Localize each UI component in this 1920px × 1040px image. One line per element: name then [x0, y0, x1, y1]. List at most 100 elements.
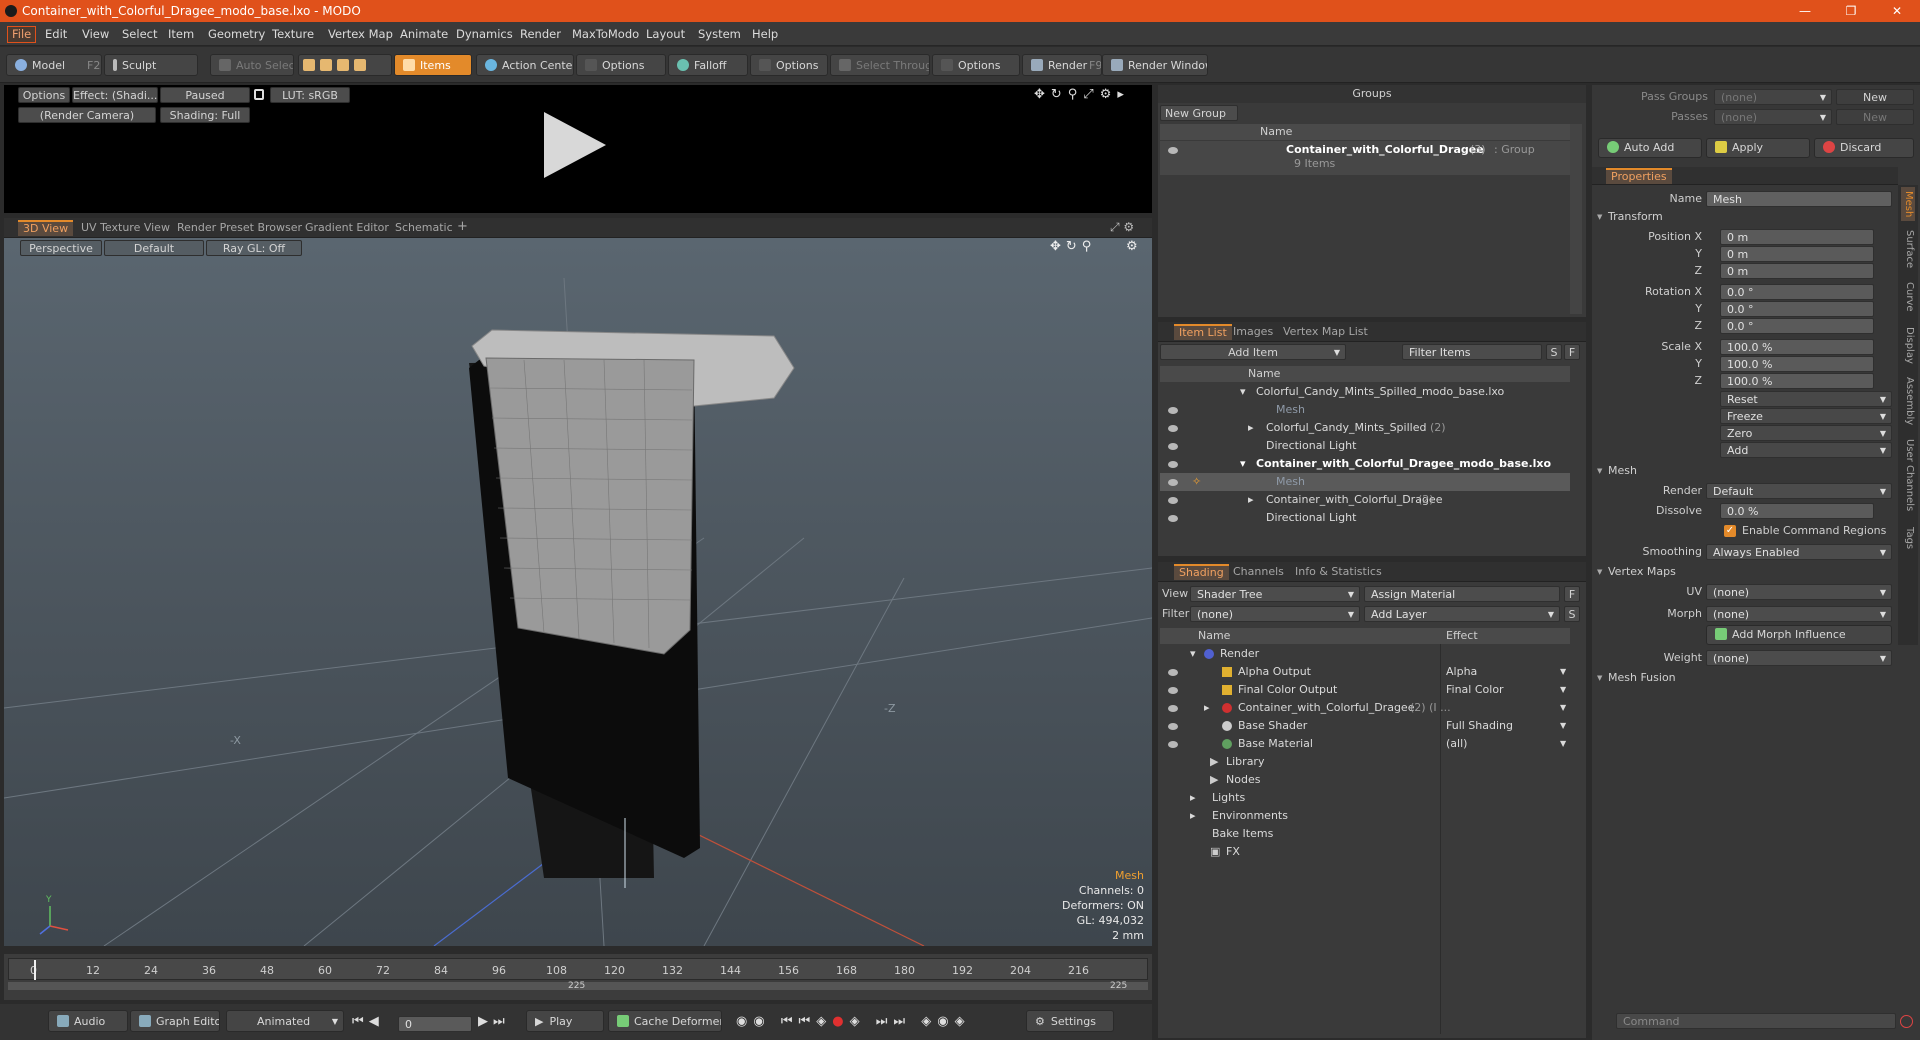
- menu-view[interactable]: View: [78, 26, 113, 43]
- select-through-button[interactable]: Select Through: [830, 54, 930, 76]
- minimize-button[interactable]: —: [1782, 0, 1828, 22]
- dissolve-field[interactable]: 0.0 %: [1720, 503, 1874, 519]
- expand-icon[interactable]: ▸: [1204, 699, 1210, 717]
- visibility-icon[interactable]: [1168, 147, 1178, 154]
- tab-images[interactable]: Images: [1228, 324, 1278, 340]
- render-window-button[interactable]: Render Window: [1102, 54, 1208, 76]
- menu-system[interactable]: System: [694, 26, 745, 43]
- pass-groups-dropdown[interactable]: (none): [1714, 89, 1832, 105]
- 3d-viewport[interactable]: Perspective Default Ray GL: Off ✥↻⚲ ⚙ -X…: [4, 238, 1152, 946]
- shading-s-button[interactable]: S: [1564, 606, 1580, 622]
- passes-dropdown[interactable]: (none): [1714, 109, 1832, 125]
- side-tab-mesh[interactable]: Mesh: [1901, 187, 1915, 221]
- weight-dropdown[interactable]: (none): [1706, 650, 1892, 666]
- shading-f-button[interactable]: F: [1564, 586, 1580, 602]
- render-dropdown[interactable]: Default: [1706, 483, 1892, 499]
- tab-channels[interactable]: Channels: [1228, 564, 1289, 580]
- tab-properties[interactable]: Properties: [1606, 168, 1672, 184]
- reset-dropdown[interactable]: Reset: [1720, 391, 1892, 407]
- add-tab-button[interactable]: +: [452, 219, 473, 235]
- add-morph-influence-button[interactable]: Add Morph Influence: [1706, 625, 1892, 645]
- tab-info-statistics[interactable]: Info & Statistics: [1290, 564, 1387, 580]
- current-frame-field[interactable]: 0: [398, 1016, 472, 1032]
- materials-icon[interactable]: [354, 59, 366, 71]
- visibility-icon[interactable]: [1168, 407, 1178, 414]
- scale-x-field[interactable]: 100.0 %: [1720, 339, 1874, 355]
- morph-dropdown[interactable]: (none): [1706, 606, 1892, 622]
- uv-dropdown[interactable]: (none): [1706, 584, 1892, 600]
- menu-vertex-map[interactable]: Vertex Map: [324, 26, 397, 43]
- record-key-icons[interactable]: ◉◉ ⏮⏮◈●◈ ⏭⏭ ◈◉◈: [736, 1014, 971, 1029]
- visibility-icon[interactable]: [1168, 723, 1178, 730]
- falloff-options-button[interactable]: Options: [750, 54, 828, 76]
- lock-icon[interactable]: [254, 89, 264, 100]
- item-row[interactable]: Directional Light: [1160, 437, 1570, 455]
- visibility-icon[interactable]: [1168, 669, 1178, 676]
- menu-texture[interactable]: Texture: [268, 26, 318, 43]
- command-input[interactable]: Command: [1616, 1013, 1896, 1029]
- menu-item[interactable]: Item: [164, 26, 198, 43]
- settings-button[interactable]: ⚙ Settings: [1026, 1010, 1114, 1032]
- group-row[interactable]: Container_with_Colorful_Dragee (3) : Gro…: [1160, 141, 1570, 175]
- menu-dynamics[interactable]: Dynamics: [452, 26, 517, 43]
- side-tab-tags[interactable]: Tags: [1901, 523, 1915, 553]
- frame-step-forward-buttons[interactable]: ▶⏭: [478, 1014, 510, 1029]
- menu-render[interactable]: Render: [516, 26, 565, 43]
- auto-add-button[interactable]: Auto Add: [1598, 138, 1702, 158]
- timeline-playhead[interactable]: [34, 960, 36, 980]
- filter-s-button[interactable]: S: [1546, 344, 1562, 360]
- cache-deformers-button[interactable]: Cache Deformers: [608, 1010, 722, 1032]
- preview-nav-icons[interactable]: ✥↻⚲⤢⚙▸: [1034, 87, 1130, 102]
- add-layer-dropdown[interactable]: Add Layer: [1364, 606, 1560, 622]
- filter-items-field[interactable]: Filter Items: [1402, 344, 1542, 360]
- shader-row[interactable]: ▸ Container_with_Colorful_Dragee (2) (I ..…: [1160, 699, 1570, 717]
- viewport-expand-icon[interactable]: ⤢ ⚙: [1110, 220, 1134, 235]
- expand-icon[interactable]: ▸: [1190, 807, 1196, 825]
- play-button[interactable]: ▶ Play: [526, 1010, 604, 1032]
- tab-uv-texture-view[interactable]: UV Texture View: [76, 220, 175, 236]
- timeline[interactable]: 0 12 24 36 48 60 72 84 96 108 120 132 14…: [4, 954, 1152, 1000]
- discard-button[interactable]: Discard: [1814, 138, 1914, 158]
- item-row-selected[interactable]: ✧ Mesh: [1160, 473, 1570, 491]
- polygons-icon[interactable]: [337, 59, 349, 71]
- tab-item-list[interactable]: Item List: [1174, 324, 1232, 340]
- smoothing-dropdown[interactable]: Always Enabled: [1706, 544, 1892, 560]
- menu-edit[interactable]: Edit: [41, 26, 71, 43]
- visibility-icon[interactable]: [1168, 705, 1178, 712]
- lut-dropdown[interactable]: LUT: sRGB: [270, 87, 350, 103]
- command-history-icon[interactable]: [1900, 1015, 1913, 1028]
- timeline-ruler[interactable]: [8, 958, 1148, 980]
- item-name-field[interactable]: Mesh: [1706, 191, 1892, 207]
- tab-schematic[interactable]: Schematic: [390, 220, 458, 236]
- visibility-icon[interactable]: [1168, 741, 1178, 748]
- assign-material-button[interactable]: Assign Material: [1364, 586, 1560, 602]
- shader-row[interactable]: ▶ Nodes: [1160, 771, 1570, 789]
- shading-dropdown[interactable]: Shading: Full: [160, 107, 250, 123]
- position-x-field[interactable]: 0 m: [1720, 229, 1874, 245]
- tab-render-preset-browser[interactable]: Render Preset Browser: [172, 220, 307, 236]
- visibility-icon[interactable]: [1168, 443, 1178, 450]
- shader-row[interactable]: ▶ Library: [1160, 753, 1570, 771]
- expand-icon[interactable]: ▸: [1248, 491, 1254, 509]
- new-group-button[interactable]: New Group: [1160, 105, 1238, 121]
- visibility-icon[interactable]: [1168, 461, 1178, 468]
- shader-row[interactable]: Final Color Output Final Color ▼: [1160, 681, 1570, 699]
- visibility-icon[interactable]: [1168, 515, 1178, 522]
- close-button[interactable]: ✕: [1874, 0, 1920, 22]
- model-mode-button[interactable]: Model F2: [6, 54, 102, 76]
- mesh-section[interactable]: Mesh: [1594, 463, 1898, 479]
- preview-paused-button[interactable]: Paused: [160, 87, 250, 103]
- menu-animate[interactable]: Animate: [396, 26, 452, 43]
- add-dropdown[interactable]: Add: [1720, 442, 1892, 458]
- effect-dropdown-arrow[interactable]: ▼: [1560, 699, 1566, 717]
- rotation-x-field[interactable]: 0.0 °: [1720, 284, 1874, 300]
- visibility-icon[interactable]: [1168, 425, 1178, 432]
- shader-row[interactable]: Bake Items: [1160, 825, 1570, 843]
- zero-dropdown[interactable]: Zero: [1720, 425, 1892, 441]
- render-button[interactable]: Render F9: [1022, 54, 1102, 76]
- mesh-fusion-section[interactable]: Mesh Fusion: [1594, 670, 1898, 686]
- expand-icon[interactable]: ▸: [1248, 419, 1254, 437]
- tab-gradient-editor[interactable]: Gradient Editor: [300, 220, 394, 236]
- filter-dropdown[interactable]: (none): [1190, 606, 1360, 622]
- position-z-field[interactable]: 0 m: [1720, 263, 1874, 279]
